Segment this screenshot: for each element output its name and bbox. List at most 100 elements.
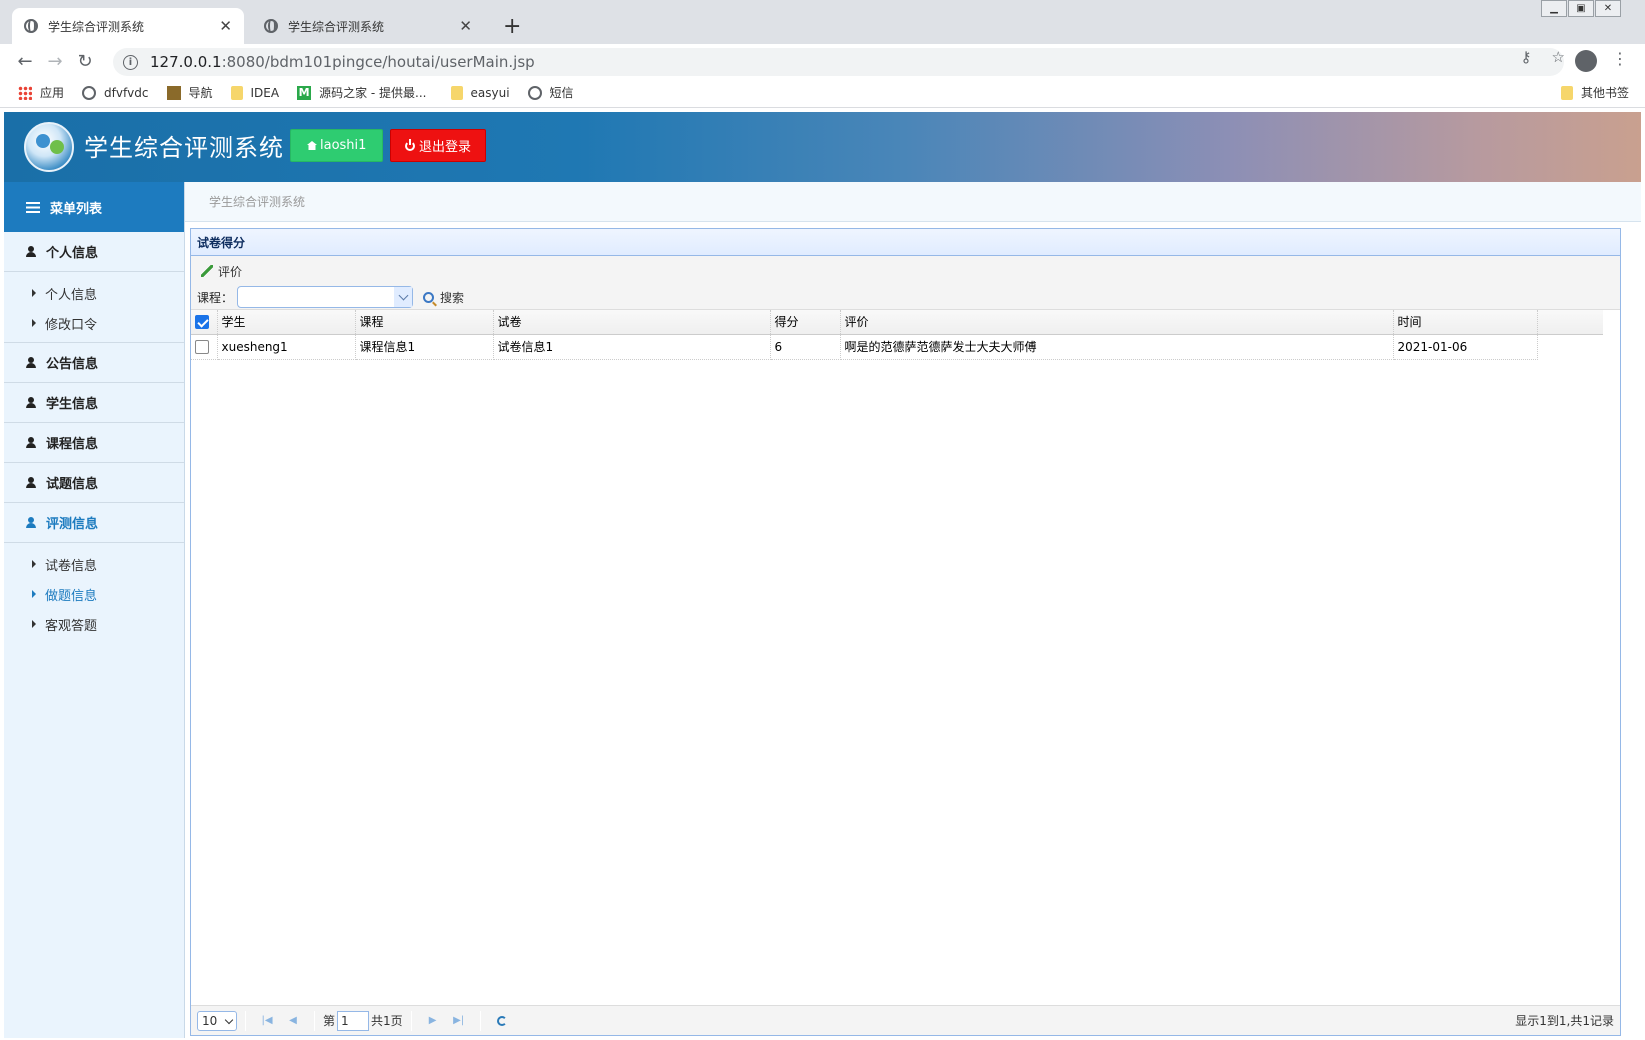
sidebar-group-notice[interactable]: 公告信息 [4,343,184,383]
column-header[interactable]: 试卷 [493,310,771,335]
user-icon [26,246,36,257]
sidebar-item-change-password[interactable]: 修改口令 [4,308,184,338]
maximize-icon[interactable]: ▣ [1568,0,1594,17]
sidebar-item-paper-info[interactable]: 试卷信息 [4,549,184,579]
tab-title: 学生综合评测系统 [288,19,385,34]
back-icon[interactable]: ← [10,51,40,72]
menu-kebab-icon[interactable]: ⋮ [1612,49,1628,68]
close-icon[interactable]: ✕ [219,17,232,35]
last-page-icon[interactable]: ▶| [449,1011,469,1031]
folder-icon [230,85,243,100]
cell-score: 6 [770,334,841,360]
next-page-icon[interactable]: ▶ [423,1011,443,1031]
bookmark-apps[interactable]: 应用 [18,84,64,101]
select-all-checkbox[interactable] [195,315,209,329]
evaluate-button[interactable]: 评价 [197,260,246,282]
bookmark-other[interactable]: 其他书签 [1560,84,1629,101]
sidebar-group-label: 个人信息 [46,246,99,261]
url-path: :8080/bdm101pingce/houtai/userMain.jsp [221,53,535,71]
panel-toolbar: 评价 课程： 搜索 [191,256,1620,310]
column-header[interactable]: 得分 [770,310,841,335]
profile-icon[interactable] [1575,50,1597,72]
bookmarks-bar: 应用 dfvfvdc 导航 IDEA M 源码之家 - 提供最... easyui… [0,78,1645,108]
sidebar-item-objective-answer[interactable]: 客观答题 [4,609,184,639]
sidebar-group-student[interactable]: 学生信息 [4,383,184,423]
caret-right-icon [32,560,36,568]
browser-tab[interactable]: 学生综合评测系统 ✕ [252,8,484,44]
page-number-input[interactable]: 1 [337,1010,370,1031]
divider [479,1010,481,1031]
column-header-filler [1537,310,1603,335]
score-panel: 试卷得分 评价 课程： 搜索 学生 课程 试卷 得分 评价 时间 xueshen… [190,228,1621,1036]
tab-title: 学生综合评测系统 [48,19,145,34]
bookmark-label: 导航 [188,86,213,100]
bookmark-idea[interactable]: IDEA [230,85,279,100]
column-header[interactable]: 课程 [355,310,494,335]
sidebar-item-answer-info[interactable]: 做题信息 [4,579,184,609]
browser-toolbar: ← → ↻ i 127.0.0.1:8080/bdm101pingce/hout… [0,44,1645,78]
info-icon[interactable]: i [123,54,138,70]
bookmark-label: 其他书签 [1580,86,1629,100]
star-icon[interactable]: ☆ [1552,48,1565,66]
user-icon [26,477,36,488]
sidebar-group-label: 公告信息 [46,357,99,372]
sidebar-group-question[interactable]: 试题信息 [4,463,184,503]
logout-button[interactable]: 退出登录 [390,129,487,162]
chevron-down-icon[interactable] [394,287,413,307]
bookmark-easyui[interactable]: easyui [450,85,510,100]
list-icon [26,201,40,213]
first-page-icon[interactable]: |◀ [257,1011,277,1031]
header-checkbox-cell[interactable] [191,310,218,335]
sidebar-group-course[interactable]: 课程信息 [4,423,184,463]
cell-filler [1537,334,1603,359]
app-title: 学生综合评测系统 [84,134,284,162]
row-checkbox-cell[interactable] [191,334,218,360]
search-button[interactable]: 搜索 [423,289,464,306]
evaluate-label: 评价 [218,264,243,279]
reload-icon[interactable]: ↻ [70,51,100,72]
table-row[interactable]: xuesheng1 课程信息1 试卷信息1 6 啊是的范德萨范德萨发士大夫大师傅… [191,334,1603,360]
nav-icon [166,85,181,100]
bookmark-sms[interactable]: 短信 [527,84,574,101]
home-icon [307,141,317,150]
course-select[interactable] [237,286,414,308]
menu-title: 菜单列表 [50,201,103,217]
power-icon [405,138,415,151]
bookmark-nav[interactable]: 导航 [166,84,213,101]
column-header[interactable]: 评价 [840,310,1394,335]
user-button[interactable]: laoshi1 [290,129,384,162]
address-bar[interactable]: i 127.0.0.1:8080/bdm101pingce/houtai/use… [113,48,1564,76]
refresh-button[interactable] [492,1011,512,1031]
user-icon [26,517,36,528]
bookmark-label: dfvfvdc [104,85,149,100]
user-icon [26,397,36,408]
sidebar-group-personal[interactable]: 个人信息 [4,232,184,272]
prev-page-icon[interactable]: ◀ [283,1011,303,1031]
page-size-value: 10 [202,1013,218,1028]
cell-student: xuesheng1 [217,334,356,360]
sidebar-group-label: 评测信息 [46,517,99,532]
key-icon[interactable]: ⚷ [1521,48,1532,66]
page-size-select[interactable]: 10 [197,1010,237,1031]
sidebar-item-personal-info[interactable]: 个人信息 [4,278,184,308]
column-header[interactable]: 学生 [217,310,356,335]
pagination: 10 |◀ ◀ 第 1 共1页 ▶ ▶| 显示1到1,共1记录 [191,1005,1620,1035]
close-window-icon[interactable]: ✕ [1595,0,1621,17]
forward-icon[interactable]: → [40,51,70,72]
close-icon[interactable]: ✕ [459,17,472,35]
column-header[interactable]: 时间 [1393,310,1538,335]
bookmark-dfvfvdc[interactable]: dfvfvdc [82,85,149,100]
browser-tab-active[interactable]: 学生综合评测系统 ✕ [12,8,244,44]
cell-time: 2021-01-06 [1393,334,1538,360]
breadcrumb: 学生综合评测系统 [185,182,1641,222]
new-tab-button[interactable]: + [503,14,521,39]
minimize-icon[interactable]: ▁ [1541,0,1567,17]
panel-title: 试卷得分 [191,229,1620,256]
omnibox-actions: ⚷ ☆ [1521,48,1565,66]
sidebar-item-label: 个人信息 [45,287,98,303]
sidebar-group-evaluation[interactable]: 评测信息 [4,503,184,543]
row-checkbox[interactable] [195,339,209,354]
bookmark-label: 短信 [549,86,574,100]
page-prefix: 第 [323,1014,336,1028]
bookmark-yuanma[interactable]: M 源码之家 - 提供最... [297,84,427,101]
